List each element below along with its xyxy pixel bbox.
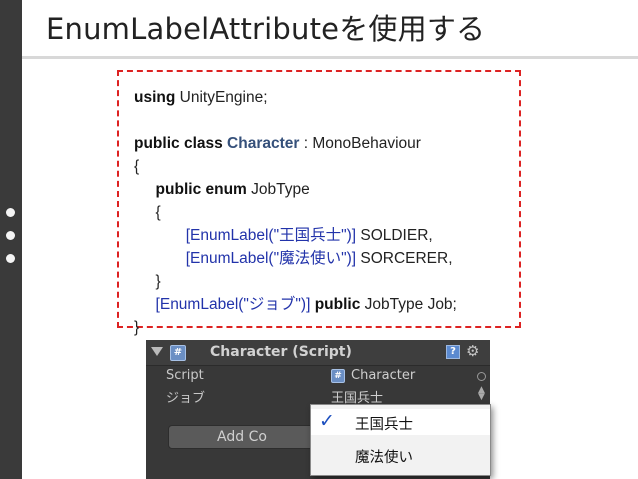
code-listing: using UnityEngine; public class Characte…: [134, 86, 457, 339]
slide-title: EnumLabelAttributeを使用する: [46, 12, 486, 46]
add-component-button[interactable]: Add Co: [168, 425, 316, 449]
code-text: {: [155, 204, 161, 221]
code-text: SOLDIER,: [356, 227, 433, 244]
dropdown-option-label: 魔法使い: [355, 450, 413, 466]
code-text: UnityEngine;: [175, 89, 268, 106]
gear-icon[interactable]: ⚙: [466, 342, 479, 360]
foldout-triangle-icon[interactable]: [151, 347, 163, 356]
job-field-label: ジョブ: [166, 391, 206, 406]
bullet-dot-icon: [6, 254, 15, 263]
code-keyword: public enum: [155, 181, 247, 198]
script-field-value[interactable]: Character: [351, 368, 415, 383]
code-text: {: [134, 158, 140, 175]
code-text: SORCERER,: [356, 250, 453, 267]
code-text: }: [155, 273, 161, 290]
script-file-icon: #: [331, 369, 345, 383]
code-class-name: Character: [227, 135, 300, 152]
help-icon[interactable]: ?: [446, 345, 460, 359]
dropdown-option-label: 王国兵士: [355, 417, 413, 433]
component-title: Character (Script): [210, 344, 352, 360]
code-attribute: [EnumLabel("ジョブ")]: [155, 296, 311, 313]
script-field-label: Script: [166, 368, 204, 383]
component-header[interactable]: # Character (Script) ? ⚙: [146, 340, 490, 366]
code-keyword: using: [134, 89, 176, 106]
code-text: : MonoBehaviour: [299, 135, 421, 152]
code-text: JobType: [246, 181, 310, 198]
bullet-dot-icon: [6, 208, 15, 217]
code-text: }: [134, 319, 140, 336]
enum-dropdown-popup: ✓ 王国兵士 魔法使い: [310, 404, 491, 476]
object-picker-circle-icon[interactable]: [477, 372, 486, 381]
dropdown-option[interactable]: 魔法使い: [311, 442, 490, 468]
code-attribute: [EnumLabel("魔法使い")]: [185, 250, 357, 267]
code-text: JobType Job;: [360, 296, 457, 313]
dropdown-arrows-icon[interactable]: ▲ ▼: [478, 386, 485, 402]
code-attribute: [EnumLabel("王国兵士")]: [185, 227, 357, 244]
code-keyword: public: [314, 296, 361, 313]
checkmark-icon: ✓: [319, 410, 335, 432]
side-dots: [6, 208, 15, 277]
dropdown-option[interactable]: ✓ 王国兵士: [311, 409, 490, 435]
title-divider: [22, 56, 638, 59]
code-box: using UnityEngine; public class Characte…: [117, 70, 521, 336]
bullet-dot-icon: [6, 231, 15, 240]
side-bar: [0, 0, 22, 479]
script-file-icon: #: [170, 345, 186, 361]
code-keyword: public class: [134, 135, 223, 152]
